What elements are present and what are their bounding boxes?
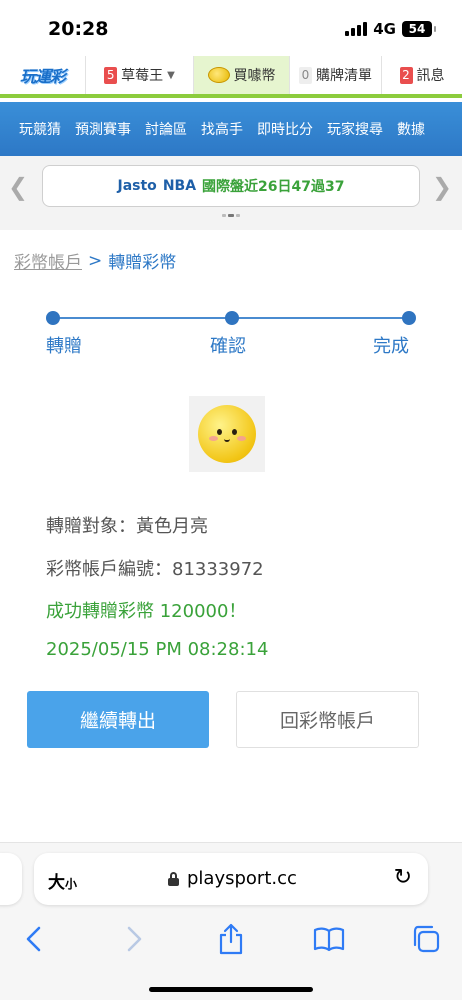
ticker-player: Jasto [117, 178, 157, 194]
success-message: 成功轉贈彩幣 120000！ [46, 601, 247, 622]
username-label: 草莓王 [121, 68, 164, 84]
nav-cart[interactable]: 0 購牌清單 [290, 56, 382, 94]
share-icon[interactable] [211, 919, 251, 959]
buy-coins-label: 買噱幣 [233, 68, 276, 84]
account-number-text: 彩幣帳戶編號：81333972 [46, 559, 264, 580]
text-size-small: 小 [65, 877, 78, 891]
nav-buy-coins[interactable]: 買噱幣 [194, 56, 290, 94]
browser-toolbar [0, 919, 462, 959]
home-indicator [149, 987, 313, 992]
chevron-right-icon[interactable]: ❯ [430, 172, 454, 202]
menu-item-player-search[interactable]: 玩家搜尋 [320, 119, 390, 139]
breadcrumb-current: 轉贈彩幣 [108, 253, 177, 273]
step-label-transfer: 轉贈 [46, 336, 82, 357]
browser-bottom-bar: 大小 playsport.cc ↻ [0, 842, 462, 1000]
caret-down-icon: ▼ [167, 69, 175, 81]
signal-icon [345, 22, 368, 36]
moon-face-icon [198, 405, 256, 463]
nav-messages[interactable]: 2 訊息 [382, 56, 462, 94]
cart-label: 購牌清單 [316, 68, 372, 84]
back-to-account-button[interactable]: 回彩幣帳戶 [236, 691, 419, 748]
step-dot-1 [46, 311, 60, 325]
menu-item-forum[interactable]: 討論區 [138, 119, 194, 139]
messages-label: 訊息 [416, 68, 445, 84]
transfer-timestamp: 2025/05/15 PM 08:28:14 [46, 639, 269, 660]
continue-transfer-button[interactable]: 繼續轉出 [27, 691, 209, 748]
nav-user-menu[interactable]: 5 草莓王 ▼ [86, 56, 194, 94]
logo-text: 玩運彩 [19, 67, 66, 86]
forward-icon[interactable] [114, 919, 154, 959]
cart-count-badge: 0 [299, 66, 312, 84]
bookmarks-icon[interactable] [309, 919, 349, 959]
ticker-carousel: ❮ Jasto NBA 國際盤近26日47過37 ❯ [0, 156, 462, 230]
chevron-left-icon[interactable]: ❮ [6, 172, 30, 202]
menu-item-guess[interactable]: 玩競猜 [12, 119, 68, 139]
breadcrumb: 彩幣帳戶 > 轉贈彩幣 [14, 248, 177, 274]
menu-item-predict[interactable]: 預測賽事 [68, 119, 138, 139]
tabs-icon[interactable] [406, 919, 446, 959]
text-size-button[interactable]: 大小 [48, 868, 77, 893]
breadcrumb-separator: > [88, 250, 103, 271]
battery-icon: 54 [402, 21, 436, 37]
status-time: 20:28 [48, 18, 109, 40]
recipient-text: 轉贈對象：黃色月亮 [46, 516, 208, 537]
ticker-league: NBA [162, 178, 197, 194]
step-dot-3 [402, 311, 416, 325]
site-logo[interactable]: 玩運彩 [0, 56, 86, 94]
progress-steps: 轉贈 確認 完成 [0, 306, 462, 366]
text-size-big: 大 [48, 873, 65, 893]
ticker-item[interactable]: Jasto NBA 國際盤近26日47過37 [42, 165, 420, 207]
status-indicators: 4G 54 [345, 20, 436, 38]
status-bar: 20:28 4G 54 [0, 0, 462, 56]
carousel-dots [222, 214, 240, 217]
ticker-record: 國際盤近26日47過37 [202, 179, 345, 195]
reload-icon[interactable]: ↻ [394, 865, 412, 890]
url-display: playsport.cc [168, 868, 297, 889]
step-dot-2 [225, 311, 239, 325]
main-menu: 玩競猜 預測賽事 討論區 找高手 即時比分 玩家搜尋 數據 [0, 102, 462, 156]
message-count-badge: 2 [399, 66, 413, 84]
address-bar[interactable]: 大小 playsport.cc ↻ [34, 853, 428, 905]
coin-icon [207, 67, 230, 83]
level-badge: 5 [104, 66, 118, 84]
menu-item-experts[interactable]: 找高手 [194, 119, 250, 139]
url-text: playsport.cc [187, 868, 297, 889]
step-label-complete: 完成 [373, 336, 409, 357]
menu-item-stats[interactable]: 數據 [390, 119, 432, 139]
lock-icon [168, 871, 179, 886]
menu-item-live-score[interactable]: 即時比分 [250, 119, 320, 139]
recipient-avatar [189, 396, 265, 472]
back-icon[interactable] [14, 919, 54, 959]
previous-tab-preview[interactable] [0, 853, 22, 905]
step-label-confirm: 確認 [210, 336, 246, 357]
network-type: 4G [373, 20, 396, 38]
site-top-nav: 玩運彩 5 草莓王 ▼ 買噱幣 0 購牌清單 2 訊息 [0, 56, 462, 98]
breadcrumb-coin-account[interactable]: 彩幣帳戶 [14, 248, 82, 273]
